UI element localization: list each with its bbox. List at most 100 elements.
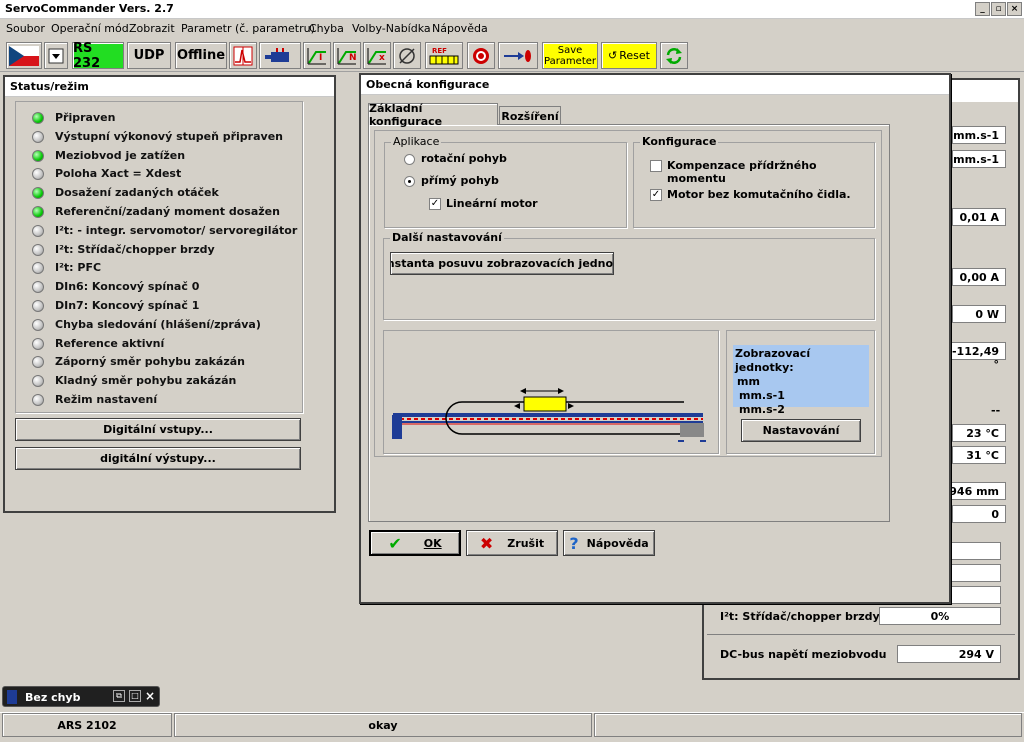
stop-target-icon[interactable] (467, 42, 495, 69)
unit-position: mm (737, 375, 760, 388)
units-box: Zobrazovací jednotky: mm mm.s-1 mm.s-2 (733, 345, 869, 416)
kompenzace-checkbox[interactable] (650, 160, 662, 172)
tab-content: Aplikace rotační pohyb přímý pohyb ✓ Lin… (368, 124, 890, 522)
konstanta-label: Konstanta posuvu zobrazovacích jednotek (391, 257, 614, 270)
linearni-checkbox[interactable]: ✓ (429, 198, 441, 210)
status-label: Poloha Xact = Xdest (55, 167, 182, 181)
tab-zakladni[interactable]: Základní konfigurace (368, 102, 498, 128)
nastavovani-button[interactable]: Nastavování (741, 419, 861, 442)
menu-soubor[interactable]: Soubor (6, 22, 45, 35)
linear-axis-diagram (392, 388, 706, 442)
primy-radio[interactable] (404, 176, 415, 187)
current-controller-icon[interactable]: I (303, 42, 331, 69)
rs232-button[interactable]: RS 232 (72, 41, 124, 71)
status-label: Režim nastavení (55, 393, 158, 406)
kompenzace-label: Kompenzace přídržného momentu (667, 159, 817, 185)
speed-controller-icon[interactable]: N (333, 42, 361, 69)
status-label: Připraven (55, 111, 116, 124)
offline-button[interactable]: Offline (175, 42, 227, 69)
encoder-icon[interactable] (393, 42, 421, 69)
tab-rozsireni[interactable]: Rozšíření (499, 106, 561, 125)
current2-field: 0,00 A (952, 268, 1006, 286)
status-panel-title: Status/režim (5, 77, 334, 97)
menu-zobrazit[interactable]: Zobrazit (129, 22, 175, 35)
mini-window-title: Bez chyb (25, 691, 81, 704)
config-dialog: Obecná konfigurace Základní konfigurace … (359, 73, 951, 604)
bezcidla-label: Motor bez komutačního čidla. (667, 188, 851, 201)
statusbar-empty (594, 713, 1022, 737)
power-field: 0 W (952, 305, 1006, 323)
status-panel: Status/režim Připraven Výstupní výkonový … (3, 75, 336, 513)
mini-restore-icon[interactable]: ⧉ (113, 690, 125, 702)
rotacni-radio[interactable] (404, 154, 415, 165)
units-group: Zobrazovací jednotky: mm mm.s-1 mm.s-2 N… (726, 330, 875, 454)
reset-button[interactable]: ↺ Reset (601, 42, 657, 69)
digital-outputs-button[interactable]: digitální výstupy... (15, 447, 301, 470)
refresh-icon[interactable] (660, 42, 688, 69)
konfigurace-label: Konfigurace (640, 135, 719, 148)
status-label: Referenční/zadaný moment dosažen (55, 205, 280, 218)
status-label: DIn6: Koncový spínač 0 (55, 280, 200, 294)
help-label: Nápověda (586, 536, 649, 550)
restore-button[interactable]: ▫ (991, 2, 1006, 16)
question-icon: ? (569, 533, 579, 553)
aplikace-label: Aplikace (391, 135, 442, 148)
menu-napoveda[interactable]: Nápověda (432, 22, 488, 35)
blank-field-1 (947, 542, 1001, 560)
cancel-button[interactable]: ✖ Zrušit (466, 530, 558, 556)
counter-field: 0 (952, 505, 1006, 523)
jog-icon[interactable] (498, 42, 538, 69)
status-led (32, 243, 44, 256)
status-led (32, 112, 44, 124)
aplikace-group: Aplikace rotační pohyb přímý pohyb ✓ Lin… (384, 135, 627, 228)
diagram-frame (383, 330, 719, 454)
dcbus-value: 294 V (897, 645, 1001, 663)
ref-label: REF (432, 47, 447, 55)
dialog-title: Obecná konfigurace (361, 75, 949, 95)
bezcidla-checkbox[interactable]: ✓ (650, 189, 662, 201)
mini-maximize-icon[interactable]: □ (129, 690, 141, 702)
chopper-label: I²t: Střídač/chopper brzdy (720, 610, 880, 623)
konfigurace-group: Konfigurace Kompenzace přídržného moment… (633, 135, 875, 228)
unit-acceleration: mm.s-2 (739, 403, 785, 416)
dalsi-group: Další nastavování Konstanta posuvu zobra… (383, 231, 875, 320)
menu-operacni-mod[interactable]: Operační mód (51, 22, 129, 35)
status-label: Chyba sledování (hlášení/zpráva) (55, 317, 261, 331)
udp-button[interactable]: UDP (127, 42, 171, 69)
language-flag-icon[interactable] (6, 42, 42, 69)
reset-label: Reset (619, 49, 650, 62)
check-icon: ✔ (388, 533, 402, 553)
status-label: Kladný směr pohybu zakázán (55, 374, 237, 388)
menu-volby[interactable]: Volby-Nabídka (352, 22, 431, 35)
reference-button[interactable]: REF (425, 42, 463, 69)
cancel-label: Zrušit (507, 536, 545, 550)
position-controller-icon[interactable]: x (363, 42, 391, 69)
close-button[interactable]: × (1007, 2, 1022, 16)
motor-icon[interactable] (259, 42, 301, 69)
konstanta-button[interactable]: Konstanta posuvu zobrazovacích jednotek (390, 252, 614, 275)
statusbar-device: ARS 2102 (2, 713, 172, 737)
dcbus-label: DC-bus napětí meziobvodu (720, 648, 887, 661)
mini-close-icon[interactable]: × (145, 689, 155, 703)
digital-inputs-button[interactable]: Digitální vstupy... (15, 418, 301, 441)
save-parameter-button[interactable]: Save Parameter (542, 42, 598, 69)
velocity-actual-field: mm.s-1 (952, 126, 1006, 144)
ok-button[interactable]: ✔ OK (369, 530, 461, 556)
reset-arrow-icon: ↺ (608, 49, 618, 62)
status-led (32, 206, 44, 218)
oscilloscope-icon[interactable] (229, 42, 257, 69)
linearni-label: Lineární motor (446, 197, 538, 210)
help-button[interactable]: ? Nápověda (563, 530, 655, 556)
mini-window-bez-chyb[interactable]: Bez chyb ⧉ □ × (2, 686, 160, 707)
status-led (32, 130, 44, 143)
status-led (32, 300, 44, 312)
status-label: DIn7: Koncový spínač 1 (55, 299, 200, 312)
statusbar-status: okay (174, 713, 592, 737)
menu-parametr[interactable]: Parametr (č. parametru) (181, 22, 315, 35)
ok-label: OK (423, 536, 442, 550)
status-led (32, 337, 44, 350)
units-title: Zobrazovací jednotky: (735, 347, 811, 374)
minimize-button[interactable]: _ (975, 2, 990, 16)
menu-chyba[interactable]: Chyba (309, 22, 344, 35)
dropdown-arrow-icon[interactable] (44, 42, 68, 69)
